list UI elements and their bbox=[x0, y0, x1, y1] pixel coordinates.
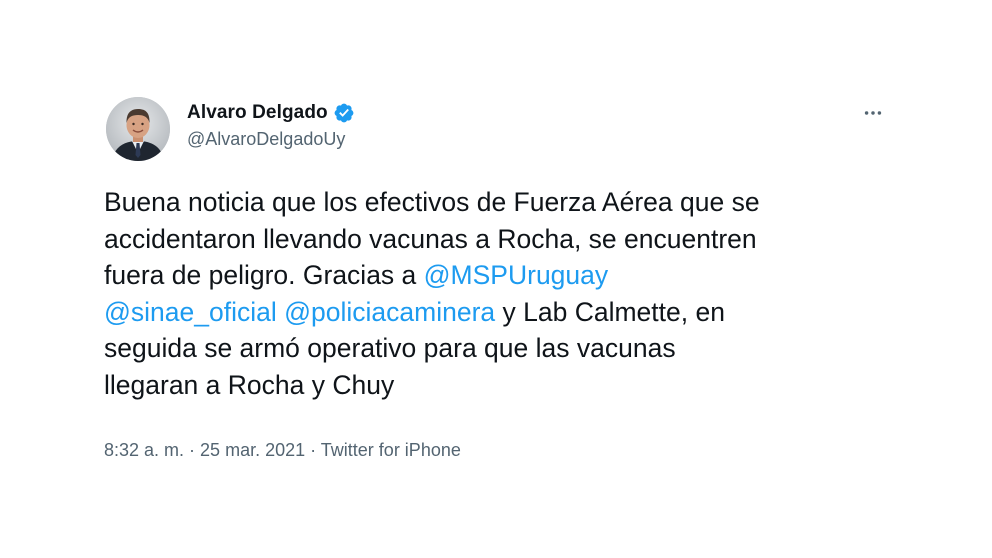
author-info: Alvaro Delgado @AlvaroDelgadoUy bbox=[187, 100, 355, 150]
tweet-time-link[interactable]: 8:32 a. m. bbox=[104, 440, 184, 460]
author-name-row: Alvaro Delgado bbox=[187, 100, 355, 126]
more-options-button[interactable] bbox=[858, 100, 888, 126]
tweet-text-segment: y Lab Calmette, en bbox=[495, 296, 725, 327]
meta-separator: · bbox=[184, 440, 201, 460]
tweet-text-segment: seguida se armó operativo para que las v… bbox=[104, 333, 676, 363]
tweet-text: Buena noticia que los efectivos de Fuerz… bbox=[104, 184, 904, 403]
tweet-text-segment: fuera de peligro. Gracias a bbox=[104, 260, 424, 290]
tweet-text-line: @sinae_oficial @policiacaminera y Lab Ca… bbox=[104, 294, 904, 331]
tweet-card: Alvaro Delgado @AlvaroDelgadoUy Buena no… bbox=[0, 0, 992, 558]
tweet-text-line: Buena noticia que los efectivos de Fuerz… bbox=[104, 184, 904, 221]
tweet-metadata: 8:32 a. m. · 25 mar. 2021 · Twitter for … bbox=[104, 440, 461, 461]
tweet-text-line: fuera de peligro. Gracias a @MSPUruguay bbox=[104, 257, 904, 294]
tweet-text-line: accidentaron llevando vacunas a Rocha, s… bbox=[104, 221, 904, 258]
more-horizontal-icon bbox=[864, 111, 882, 115]
avatar-photo-icon bbox=[106, 97, 170, 161]
mention-link[interactable]: @policiacaminera bbox=[284, 297, 495, 327]
tweet-date-link[interactable]: 25 mar. 2021 bbox=[200, 440, 305, 460]
author-display-name[interactable]: Alvaro Delgado bbox=[187, 102, 328, 124]
mention-link[interactable]: @sinae_oficial bbox=[104, 297, 277, 327]
author-avatar[interactable] bbox=[106, 97, 170, 161]
tweet-source-link[interactable]: Twitter for iPhone bbox=[321, 440, 461, 460]
tweet-text-line: seguida se armó operativo para que las v… bbox=[104, 330, 904, 367]
tweet-text-segment: accidentaron llevando vacunas a Rocha, s… bbox=[104, 223, 757, 254]
meta-separator: · bbox=[305, 440, 321, 460]
tweet-text-segment: llegaran a Rocha y Chuy bbox=[104, 369, 395, 400]
tweet-text-segment: Buena noticia que los efectivos de Fuerz… bbox=[104, 187, 760, 217]
tweet-text-line: llegaran a Rocha y Chuy bbox=[104, 367, 904, 404]
verified-badge-icon bbox=[333, 102, 355, 124]
mention-link[interactable]: @MSPUruguay bbox=[424, 260, 609, 290]
author-handle[interactable]: @AlvaroDelgadoUy bbox=[187, 129, 355, 150]
